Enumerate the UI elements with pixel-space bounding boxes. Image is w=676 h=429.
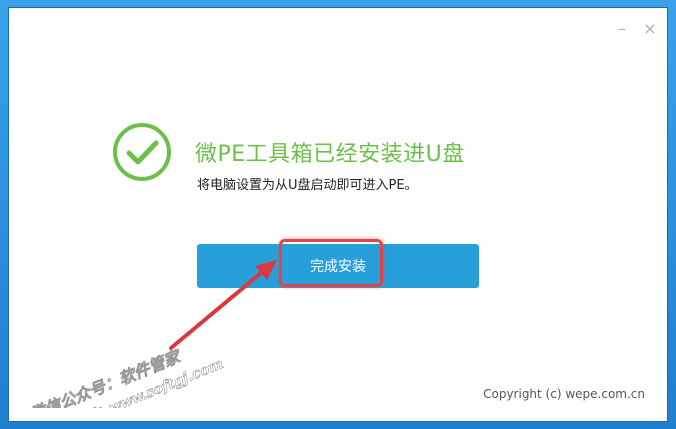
watermark: 微信公众号：软件管家 官网：www.softgj.com (27, 346, 226, 408)
installer-window: – × 微PE工具箱已经安装进U盘 将电脑设置为从U盘启动即可进入PE。 完成安… (9, 8, 667, 421)
watermark-line2: 官网：www.softgj.com (68, 355, 226, 408)
copyright-text: Copyright (c) wepe.com.cn (483, 387, 645, 401)
check-circle-icon (113, 123, 171, 181)
watermark-line1: 微信公众号：软件管家 (27, 346, 185, 408)
finish-install-label: 完成安装 (310, 259, 366, 275)
finish-install-button[interactable]: 完成安装 (197, 244, 479, 288)
desktop-frame: – × 微PE工具箱已经安装进U盘 将电脑设置为从U盘启动即可进入PE。 完成安… (0, 0, 676, 429)
status-subtitle: 将电脑设置为从U盘启动即可进入PE。 (197, 178, 418, 193)
minimize-button[interactable]: – (613, 20, 631, 38)
close-button[interactable]: × (641, 20, 659, 38)
status-title: 微PE工具箱已经安装进U盘 (195, 142, 465, 167)
